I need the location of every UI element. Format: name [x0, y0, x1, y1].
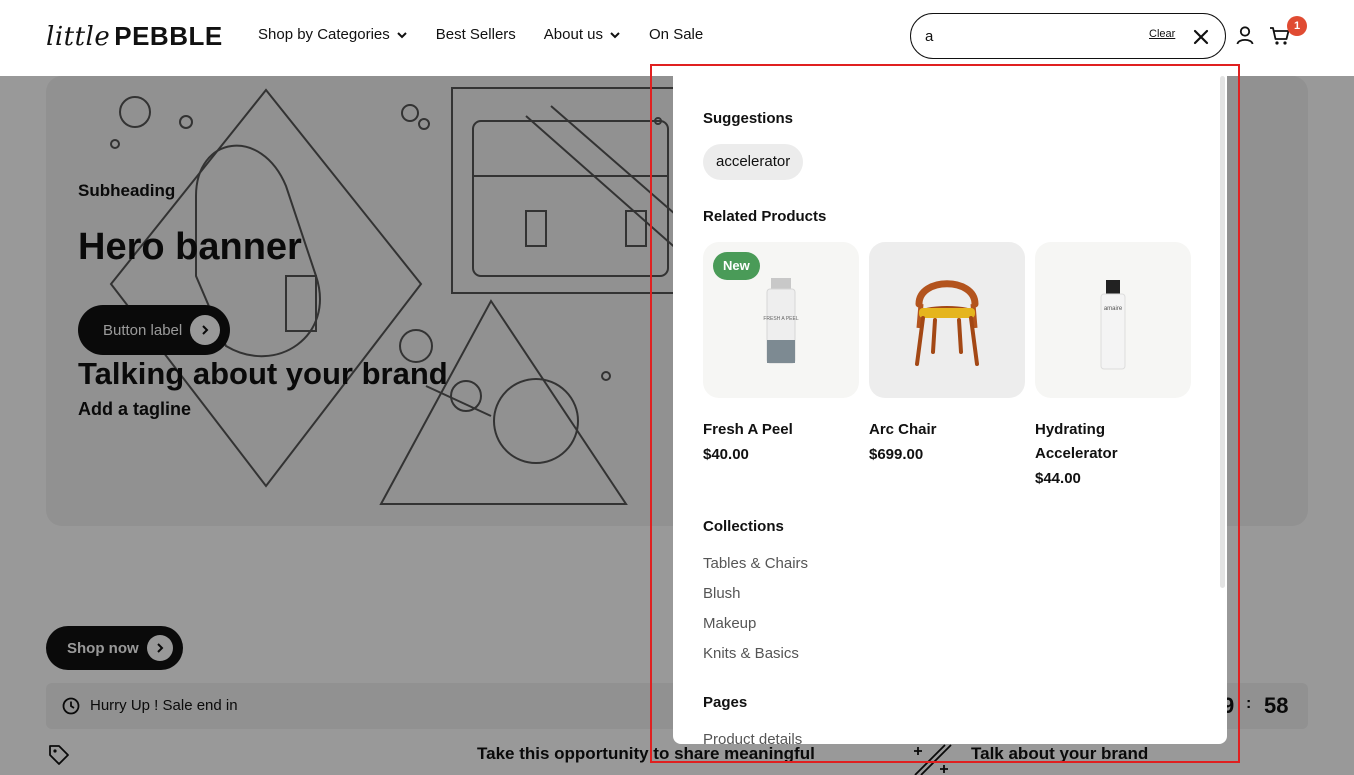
- bottle-label: amaire: [1104, 306, 1123, 312]
- nav-shop-by-categories[interactable]: Shop by Categories: [258, 26, 408, 43]
- nav-best-sellers[interactable]: Best Sellers: [436, 26, 516, 43]
- search-input[interactable]: [925, 24, 1125, 48]
- pages-title: Pages: [703, 694, 748, 711]
- user-icon[interactable]: [1235, 25, 1255, 45]
- product-card-hydrating-accelerator[interactable]: amaire Hydrating Accelerator $44.00: [1035, 242, 1191, 487]
- product-price: $40.00: [703, 446, 749, 463]
- cart-count-badge: 1: [1287, 16, 1307, 36]
- bottle-image: amaire: [1100, 280, 1126, 370]
- search-box: Clear: [910, 13, 1226, 59]
- clear-search-button[interactable]: Clear: [1149, 28, 1175, 40]
- nav-label: About us: [543, 26, 604, 43]
- chair-image: [915, 280, 979, 366]
- nav-label: On Sale: [649, 26, 704, 43]
- nav-label: Best Sellers: [435, 26, 516, 43]
- product-card-fresh-a-peel[interactable]: FRESH A PEEL New Fresh A Peel $40.00: [703, 242, 859, 463]
- logo-script: little: [46, 22, 111, 52]
- dropdown-scrollbar[interactable]: [1220, 76, 1225, 588]
- product-image: [869, 242, 1025, 398]
- related-products-title: Related Products: [703, 208, 827, 225]
- collection-link[interactable]: Knits & Basics: [703, 645, 799, 662]
- close-icon[interactable]: [1192, 28, 1210, 46]
- product-card-arc-chair[interactable]: Arc Chair $699.00: [869, 242, 1025, 463]
- product-name: Hydrating Accelerator: [1035, 421, 1118, 462]
- product-image: FRESH A PEEL New: [703, 242, 859, 398]
- chevron-down-icon: [397, 31, 407, 38]
- logo-wordmark: PEBBLE: [114, 21, 223, 51]
- product-name: Fresh A Peel: [703, 421, 793, 438]
- nav-about-us[interactable]: About us: [544, 26, 621, 43]
- search-dropdown: Suggestions accelerator Related Products…: [673, 76, 1227, 744]
- product-price: $699.00: [869, 446, 924, 463]
- main-nav: Shop by Categories Best Sellers About us…: [258, 26, 703, 43]
- new-badge: New: [713, 252, 760, 280]
- product-name: Arc Chair: [869, 421, 937, 438]
- logo[interactable]: little PEBBLE: [46, 20, 223, 53]
- suggestion-chip[interactable]: accelerator: [703, 144, 804, 180]
- site-header: little PEBBLE Shop by Categories Best Sel…: [0, 0, 1354, 76]
- bottle-label: FRESH A PEEL: [763, 316, 799, 322]
- collection-link[interactable]: Tables & Chairs: [703, 555, 808, 572]
- collections-title: Collections: [703, 518, 784, 535]
- nav-label: Shop by Categories: [258, 26, 390, 43]
- product-image: amaire: [1035, 242, 1191, 398]
- collection-link[interactable]: Makeup: [703, 615, 756, 632]
- collection-link[interactable]: Blush: [703, 585, 741, 602]
- nav-on-sale[interactable]: On Sale: [649, 26, 703, 43]
- suggestions-title: Suggestions: [703, 110, 794, 127]
- page-link[interactable]: Product details: [703, 731, 802, 744]
- product-price: $44.00: [1035, 470, 1081, 487]
- chevron-down-icon: [610, 31, 620, 38]
